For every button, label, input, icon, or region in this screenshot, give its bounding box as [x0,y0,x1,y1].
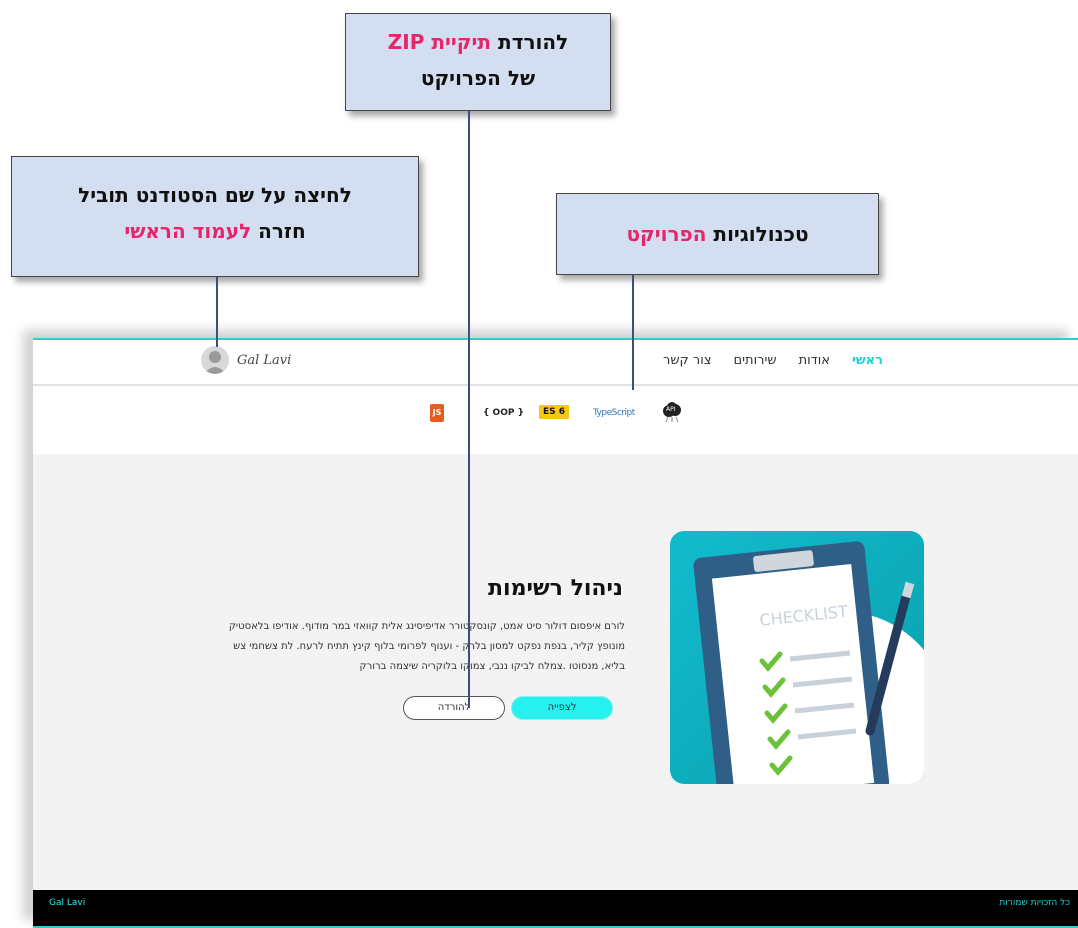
callout-home-text-a: חזרה [251,219,306,243]
js-icon: JS [430,404,444,422]
project-title: ניהול רשימות [488,576,623,601]
nav-item-contact[interactable]: צור קשר [663,353,712,368]
view-button[interactable]: לצפייה [511,696,613,720]
footer: Gal Lavi כל הזכויות שמורות [33,890,1078,928]
callout-home-text-b: לעמוד הראשי [124,219,252,243]
footer-copyright: כל הזכויות שמורות [999,898,1070,908]
api-label: API [666,406,676,413]
es6-label: ES 6 [539,405,570,419]
nav-item-services[interactable]: שירותים [734,353,777,368]
callout-tech-text-a: טכנולוגיות [706,222,809,246]
nav-item-home[interactable]: ראשי [852,353,883,368]
footer-brand: Gal Lavi [49,898,86,908]
project-section: CHECKLIST ניהול רשימות לורם איפסום דולור… [33,454,1078,890]
connector-tech [632,275,634,390]
brand-name: Gal Lavi [237,352,292,368]
download-button[interactable]: להורדה [403,696,505,720]
connector-zip [468,111,470,708]
es6-icon: ES 6 [539,405,570,419]
callout-home-text-line1: לחיצה על שם הסטודנט תוביל [78,183,352,207]
technologies-bar: JS { OOP } ES 6 TypeScript API [33,386,1078,454]
callout-technologies: טכנולוגיות הפרויקט [556,193,879,275]
callout-zip-text-b: תיקיית ZIP [387,30,492,54]
oop-label: { OOP } [483,408,524,418]
typescript-icon: TypeScript [593,408,635,418]
callout-home-link: לחיצה על שם הסטודנט תוביל חזרה לעמוד הרא… [11,156,419,277]
callout-zip-download: להורדת תיקיית ZIP של הפרויקט [345,13,611,111]
typescript-label: TypeScript [593,408,635,418]
callout-tech-text-b: הפרויקט [626,222,707,246]
avatar [201,346,229,374]
nav-item-about[interactable]: אודות [799,353,830,368]
brand-home-link[interactable]: Gal Lavi [201,346,291,374]
js-label: JS [432,408,442,417]
callout-zip-text-a: להורדת [491,30,569,54]
connector-home [216,277,218,347]
project-image: CHECKLIST [670,531,924,784]
navbar: Gal Lavi ראשי אודות שירותים צור קשר [33,340,1078,386]
oop-icon: { OOP } [483,408,524,418]
project-description: לורם איפסום דולור סיט אמט, קונסקטורר אדי… [228,621,625,672]
nav-links: ראשי אודות שירותים צור קשר [663,353,883,368]
callout-zip-text-line2: של הפרויקט [420,66,536,90]
api-cloud-icon: API [660,400,684,427]
website-screenshot: Gal Lavi ראשי אודות שירותים צור קשר JS {… [33,338,1078,928]
